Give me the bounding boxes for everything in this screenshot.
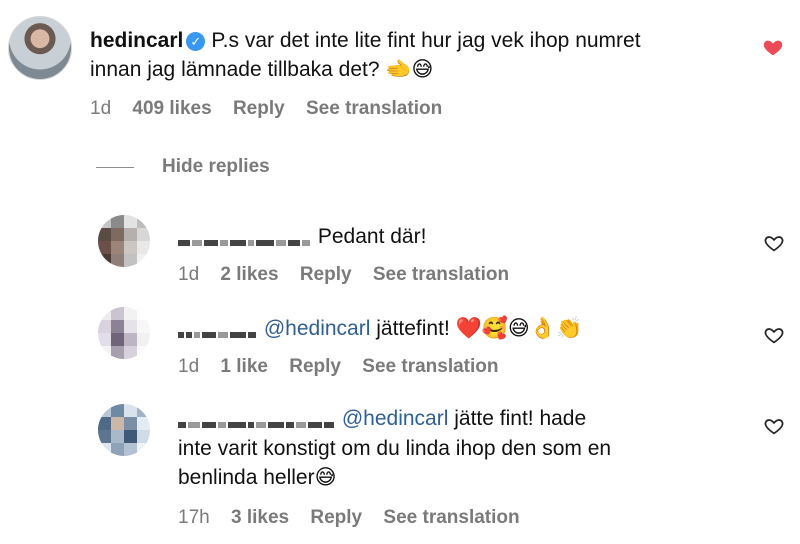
comment-meta: 17h 3 likes Reply See translation	[178, 507, 536, 529]
verified-badge-icon: ✓	[186, 32, 206, 51]
comment-text: hedincarl ✓ P.s var det inte lite fint hur…	[90, 27, 641, 55]
see-translation-link[interactable]: See translation	[373, 264, 509, 285]
see-translation-link[interactable]: See translation	[383, 507, 519, 528]
comment-body: P.s var det inte lite fint hur jag vek i…	[211, 29, 641, 52]
mention-link[interactable]: @hedincarl	[264, 317, 371, 340]
likes-count[interactable]: 2 likes	[220, 264, 278, 285]
username-redacted[interactable]	[178, 410, 336, 428]
reply-button[interactable]: Reply	[289, 356, 341, 377]
comment-meta: 1d 2 likes Reply See translation	[178, 264, 525, 286]
comment-meta: 1d 1 like Reply See translation	[178, 356, 515, 378]
timestamp: 1d	[90, 98, 112, 119]
heart-outline-icon[interactable]	[763, 232, 785, 254]
heart-outline-icon[interactable]	[763, 415, 785, 437]
comment-body: jätte fint! hade	[454, 407, 587, 430]
see-translation-link[interactable]: See translation	[306, 98, 442, 119]
avatar[interactable]	[98, 215, 150, 267]
comment-text: Pedant där!	[178, 223, 426, 251]
reply-button[interactable]: Reply	[233, 98, 285, 119]
username[interactable]: hedincarl	[90, 29, 183, 52]
comment-text-line: innan jag lämnade tillbaka det? 🫲😅	[90, 58, 434, 81]
avatar[interactable]	[8, 16, 72, 80]
comment-text-line: inte varit konstigt om du linda ihop den…	[178, 437, 612, 460]
reply-button[interactable]: Reply	[300, 264, 352, 285]
comment-body: Pedant där!	[317, 225, 427, 248]
likes-count[interactable]: 1 like	[220, 356, 268, 377]
heart-filled-icon[interactable]	[762, 36, 784, 58]
comment-text: @hedincarl jätte fint! hade	[178, 405, 586, 433]
mention-link[interactable]: @hedincarl	[342, 407, 449, 430]
hide-replies-toggle[interactable]: Hide replies	[96, 156, 270, 178]
heart-outline-icon[interactable]	[763, 324, 785, 346]
timestamp: 1d	[178, 264, 200, 285]
comment-text: @hedincarl jättefint! ❤️🥰😅👌👏	[178, 315, 582, 343]
divider	[96, 166, 134, 168]
comment-meta: 1d 409 likes Reply See translation	[90, 98, 458, 120]
likes-count[interactable]: 3 likes	[231, 507, 289, 528]
timestamp: 1d	[178, 356, 200, 377]
comment-body: jättefint! ❤️🥰😅👌👏	[376, 317, 583, 340]
comment-text-line: benlinda heller😅	[178, 466, 337, 489]
timestamp: 17h	[178, 507, 210, 528]
likes-count[interactable]: 409 likes	[132, 98, 211, 119]
hide-replies-label: Hide replies	[162, 156, 270, 177]
avatar[interactable]	[98, 307, 150, 359]
avatar[interactable]	[98, 404, 150, 456]
see-translation-link[interactable]: See translation	[362, 356, 498, 377]
username-redacted[interactable]	[178, 228, 312, 246]
username-redacted[interactable]	[178, 320, 258, 338]
reply-button[interactable]: Reply	[310, 507, 362, 528]
